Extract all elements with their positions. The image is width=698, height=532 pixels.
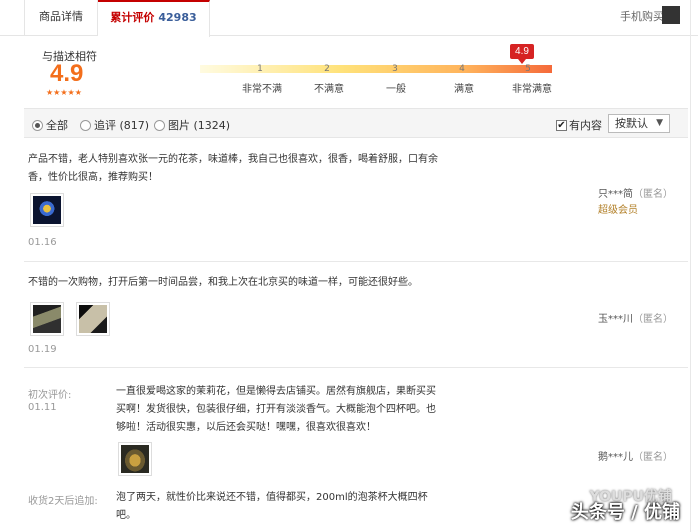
scale-label: 不满意 — [314, 84, 344, 95]
scale-number: 5 — [525, 64, 531, 74]
review-photo-thumbnail[interactable] — [30, 193, 64, 227]
reviewer-nickname: 玉***川 — [598, 314, 633, 325]
review-photo — [33, 305, 61, 333]
review-photo — [33, 196, 61, 224]
mobile-buy-link[interactable]: 手机购买 — [620, 0, 664, 34]
review-photo-thumbnail[interactable] — [30, 302, 64, 336]
review-item: 不错的一次购物，打开后第一时间品尝，和我上次在北京买的味道一样，可能还很好些。 … — [24, 262, 688, 368]
scale-label: 非常不满 — [242, 84, 282, 95]
anonymous-tag: （匿名） — [633, 189, 673, 200]
review-text: 不错的一次购物，打开后第一时间品尝，和我上次在北京买的味道一样，可能还很好些。 — [28, 277, 418, 288]
review-photo — [79, 305, 107, 333]
append-review-label: 收货2天后追加: — [28, 496, 98, 507]
review-text: 买啊！发货很快，包装很仔细，打开有淡淡香气。大概能泡个四杯吧。也 — [116, 404, 436, 415]
chevron-down-icon: ▼ — [656, 118, 663, 128]
filter-all-radio[interactable]: 全部 — [32, 117, 68, 133]
right-divider — [690, 0, 698, 532]
review-photo-thumbnail[interactable] — [118, 442, 152, 476]
anonymous-tag: （匿名） — [633, 314, 673, 325]
tab-reviews-label: 累计评价 — [110, 11, 155, 24]
initial-review-label: 初次评价: — [28, 390, 72, 401]
scale-label: 非常满意 — [512, 84, 552, 95]
reviewer-name: 玉***川（匿名） — [598, 310, 673, 325]
filter-pictures-radio[interactable]: 图片 (1324) — [154, 117, 230, 133]
reviewer-nickname: 鹅***儿 — [598, 452, 633, 463]
member-badge: 超级会员 — [598, 205, 638, 216]
scale-number: 4 — [459, 64, 465, 74]
tab-product-details[interactable]: 商品详情 — [24, 0, 98, 36]
review-date: 01.16 — [28, 237, 57, 248]
reviewer-name: 鹅***儿（匿名） — [598, 448, 673, 463]
radio-icon — [80, 119, 91, 131]
review-text: 产品不错，老人特别喜欢张一元的花茶，味道棒，我自己也很喜欢，很香，喝着舒服，口有… — [28, 154, 438, 165]
rating-summary: 与描述相符 4.9 ★★★★★ 4.9 1 2 3 4 5 非常不满 不满意 一… — [24, 36, 688, 106]
reviewer-name: 只***简（匿名） — [598, 185, 673, 200]
review-text: 够啦！活动很实惠，以后还会买哒！嘿嘿，很喜欢很喜欢！ — [116, 422, 376, 433]
review-filter-bar: 全部 追评 (817) 图片 (1324) ✔ 有内容 按默认 ▼ — [24, 108, 688, 138]
anonymous-tag: （匿名） — [633, 452, 673, 463]
reviewer-nickname: 只***简 — [598, 189, 633, 200]
review-photo — [121, 445, 149, 473]
radio-icon — [154, 119, 165, 131]
scale-number: 3 — [392, 64, 398, 74]
scale-number: 2 — [324, 64, 330, 74]
filter-pictures-label: 图片 (1324) — [168, 119, 231, 132]
watermark-text: 头条号 / 优铺 — [570, 502, 680, 523]
filter-followup-label: 追评 (817) — [94, 119, 150, 132]
review-text: 一直很爱喝这家的茉莉花，但是懒得去店铺买。居然有旗舰店，果断买买 — [116, 386, 436, 397]
review-item: 产品不错，老人特别喜欢张一元的花茶，味道棒，我自己也很喜欢，很香，喝着舒服，口有… — [24, 139, 688, 262]
append-review-text: 泡了两天，就性价比来说还不错，值得都买，200ml的泡茶杯大概四杯 — [116, 492, 428, 503]
scale-label: 一般 — [386, 84, 406, 95]
tab-reviews-count: 42983 — [158, 11, 197, 24]
scale-label: 满意 — [454, 84, 474, 95]
has-content-label: 有内容 — [569, 119, 602, 132]
sort-dropdown[interactable]: 按默认 ▼ — [608, 114, 670, 133]
filter-all-label: 全部 — [46, 119, 68, 132]
sort-label: 按默认 — [615, 117, 648, 130]
has-content-checkbox[interactable]: ✔ 有内容 — [556, 117, 602, 133]
review-date: 01.19 — [28, 344, 57, 355]
append-review-text: 吧。 — [116, 510, 136, 521]
tab-bar: 商品详情 累计评价 42983 手机购买 — [0, 0, 698, 37]
checkbox-checked-icon: ✔ — [556, 119, 567, 131]
tab-reviews[interactable]: 累计评价 42983 — [98, 0, 210, 37]
scale-number: 1 — [257, 64, 263, 74]
review-text: 香，性价比很高，推荐购买！ — [28, 172, 158, 183]
star-rating-icon: ★★★★★ — [46, 88, 82, 97]
rating-scale-bar — [200, 65, 552, 73]
score-marker: 4.9 — [510, 44, 534, 64]
review-photo-thumbnail[interactable] — [76, 302, 110, 336]
qr-code-icon[interactable] — [662, 6, 680, 24]
review-date: 01.11 — [28, 402, 57, 413]
rating-score: 4.9 — [50, 60, 84, 87]
filter-followup-radio[interactable]: 追评 (817) — [80, 117, 149, 133]
radio-selected-icon — [32, 119, 43, 131]
